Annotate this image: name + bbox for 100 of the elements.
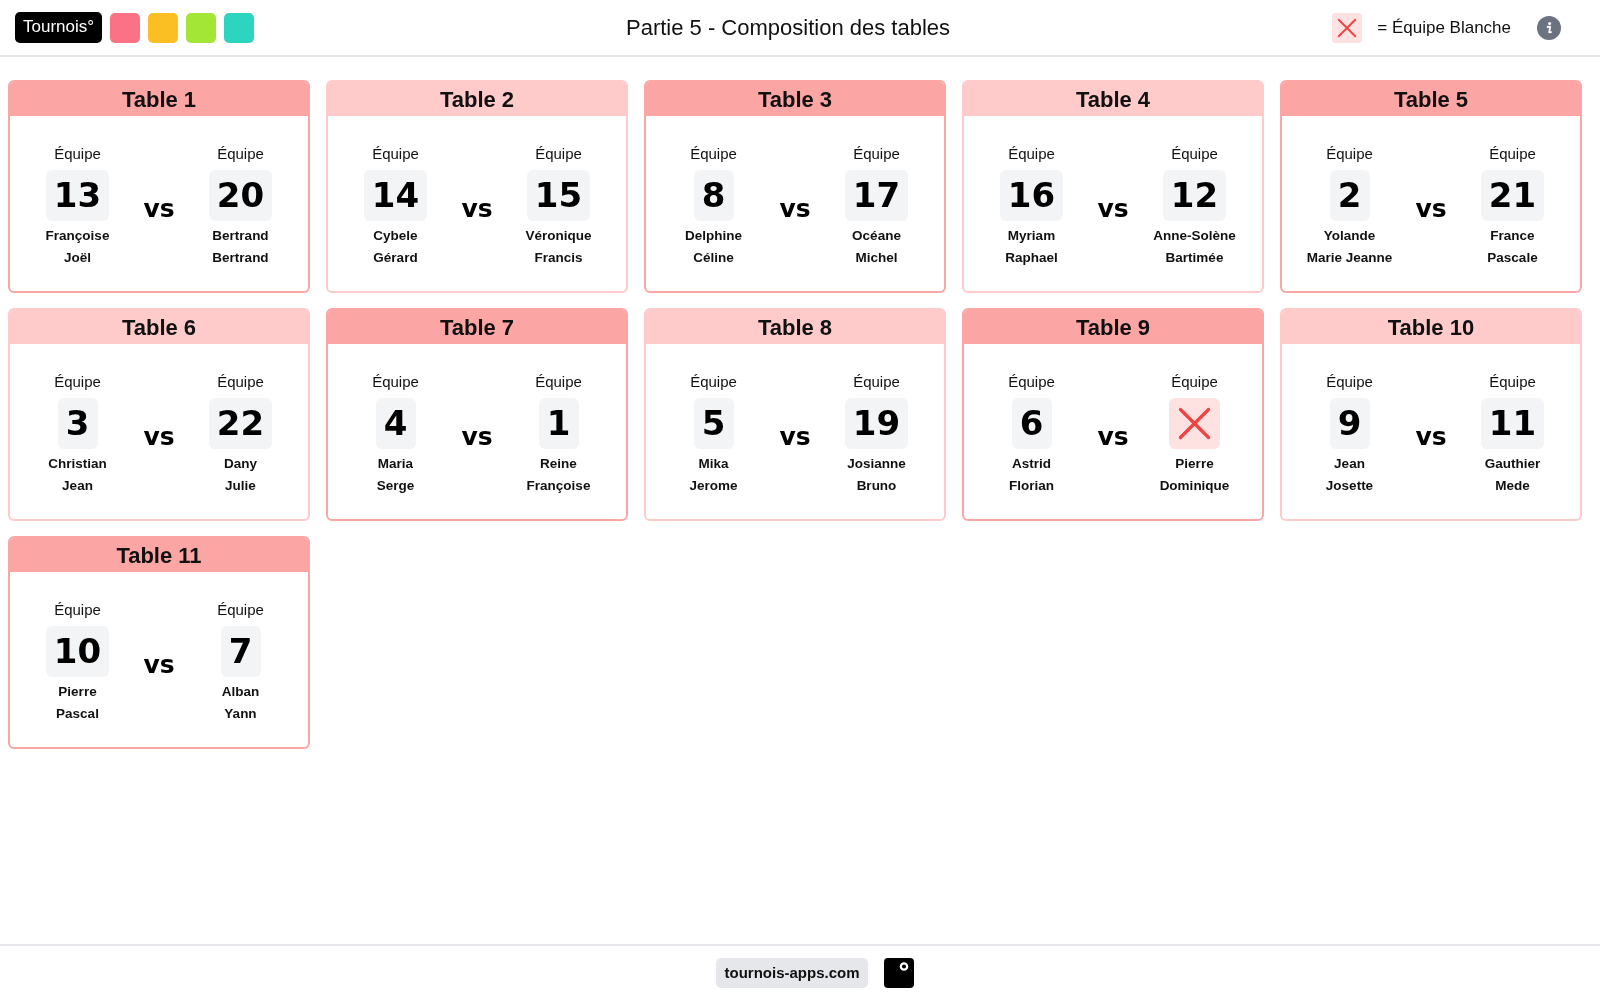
team-number: 9 (1329, 398, 1370, 449)
team-number: 2 (1329, 170, 1370, 221)
team-number: 17 (844, 170, 909, 221)
player-name: Christian (48, 455, 107, 473)
player-name: Francis (534, 249, 583, 267)
team-number: 1 (538, 398, 579, 449)
player-name: Jean (62, 477, 93, 495)
team-label: Équipe (1008, 372, 1055, 392)
player-name: Alban (221, 683, 260, 701)
vs-label: vs (460, 421, 494, 451)
player-name: Josette (1325, 477, 1374, 495)
player-name: Bartimée (1165, 249, 1224, 267)
team-label: Équipe (1326, 372, 1373, 392)
team-label: Équipe (217, 144, 264, 164)
legend-text: = Équipe Blanche (1377, 17, 1511, 38)
player-name: France (1490, 227, 1535, 245)
player-name: Reine (540, 455, 577, 473)
team-label: Équipe (1171, 372, 1218, 392)
player-name: Pierre (1175, 455, 1214, 473)
player-name: Bertrand (212, 249, 269, 267)
player-name: Mede (1495, 477, 1530, 495)
color-swatch-icon[interactable] (148, 12, 179, 43)
player-name: Maria (377, 455, 414, 473)
team-number: 20 (208, 170, 273, 221)
player-name: Joël (64, 249, 91, 267)
player-name: Josianne (847, 455, 906, 473)
team-label: Équipe (372, 144, 419, 164)
team-number: 22 (208, 398, 273, 449)
player-name: Astrid (1012, 455, 1051, 473)
team-label: Équipe (1171, 144, 1218, 164)
vs-label: vs (778, 421, 812, 451)
table-title: Table 4 (964, 82, 1262, 116)
player-name: Serge (376, 477, 415, 495)
team-label: Équipe (54, 144, 101, 164)
table-title: Table 6 (10, 310, 308, 344)
team-label: Équipe (1326, 144, 1373, 164)
team-number: 14 (363, 170, 428, 221)
team-number: 3 (57, 398, 98, 449)
site-link[interactable]: tournois-apps.com (716, 958, 868, 988)
player-name: Cybele (373, 227, 418, 245)
player-name: Pierre (58, 683, 97, 701)
player-name: Florian (1009, 477, 1054, 495)
team-label: Équipe (1489, 372, 1536, 392)
table-title: Table 2 (328, 82, 626, 116)
team-label: Équipe (54, 600, 101, 620)
player-name: Michel (855, 249, 898, 267)
player-name: Gérard (373, 249, 418, 267)
team-number: 10 (45, 626, 110, 677)
team-number: 15 (526, 170, 591, 221)
vs-label: vs (1414, 421, 1448, 451)
player-name: Raphael (1005, 249, 1058, 267)
vs-label: vs (778, 193, 812, 223)
team-number: 11 (1480, 398, 1545, 449)
team-number: 12 (1162, 170, 1227, 221)
page-title: Partie 5 - Composition des tables (625, 14, 951, 41)
info-icon[interactable] (1537, 15, 1561, 40)
vs-label: vs (460, 193, 494, 223)
team-number: 4 (375, 398, 416, 449)
vs-label: vs (1096, 421, 1130, 451)
team-label: Équipe (853, 144, 900, 164)
cross-icon (1332, 12, 1363, 43)
player-name: Françoise (45, 227, 110, 245)
team-label: Équipe (372, 372, 419, 392)
player-name: Océane (852, 227, 901, 245)
player-name: Pascal (56, 705, 99, 723)
team-number: 19 (844, 398, 909, 449)
player-name: Françoise (526, 477, 591, 495)
team-number: 8 (693, 170, 734, 221)
color-swatch-icon[interactable] (110, 12, 141, 43)
player-name: Véronique (525, 227, 592, 245)
player-name: Anne-Solène (1153, 227, 1236, 245)
color-swatch-icon[interactable] (224, 12, 255, 43)
player-name: Jean (1334, 455, 1365, 473)
player-name: Delphine (685, 227, 742, 245)
team-number: 21 (1480, 170, 1545, 221)
team-number: 16 (999, 170, 1064, 221)
team-label: Équipe (535, 372, 582, 392)
team-label: Équipe (54, 372, 101, 392)
player-name: Gauthier (1484, 455, 1541, 473)
player-name: Céline (693, 249, 734, 267)
logo-icon[interactable] (883, 958, 914, 988)
table-title: Table 8 (646, 310, 944, 344)
player-name: Marie Jeanne (1306, 249, 1393, 267)
team-number: 7 (220, 626, 261, 677)
player-name: Myriam (1007, 227, 1056, 245)
player-name: Pascale (1487, 249, 1538, 267)
color-swatch-icon[interactable] (186, 12, 217, 43)
vs-label: vs (142, 193, 176, 223)
team-number: 5 (693, 398, 734, 449)
player-name: Julie (225, 477, 256, 495)
player-name: Dominique (1159, 477, 1230, 495)
player-name: Dany (224, 455, 257, 473)
team-label: Équipe (1489, 144, 1536, 164)
player-name: Bertrand (212, 227, 269, 245)
player-name: Jerome (689, 477, 738, 495)
team-label: Équipe (690, 144, 737, 164)
team-number: 6 (1011, 398, 1052, 449)
player-name: Mika (698, 455, 729, 473)
vs-label: vs (142, 649, 176, 679)
team-label: Équipe (535, 144, 582, 164)
